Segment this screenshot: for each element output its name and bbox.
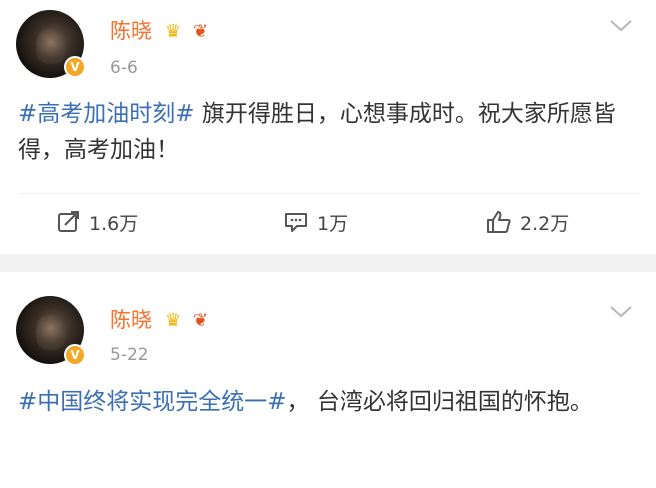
comment-count: 1万: [317, 212, 349, 235]
post-content: #高考加油时刻# 旗开得胜日，心想事成时。祝大家所愿皆得，高考加油！: [18, 96, 640, 168]
crown-icon: ♛: [165, 21, 182, 42]
worm-icon: ❦: [193, 21, 209, 42]
post-content: #中国终将实现完全统一#， 台湾必将回归祖国的怀抱。: [18, 384, 640, 420]
like-count: 2.2万: [520, 212, 570, 235]
post-date: 5-22: [110, 345, 149, 365]
repost-button[interactable]: 1.6万: [57, 208, 138, 236]
like-button[interactable]: 2.2万: [486, 208, 569, 236]
weibo-post[interactable]: V 陈晓 ♛ ❦ 6-6 #高考加油时刻# 旗开得胜日，心想事成时。祝大家所愿皆…: [0, 0, 656, 254]
divider: [18, 193, 640, 194]
author-name[interactable]: 陈晓: [110, 18, 152, 44]
post-text: ， 台湾必将回归祖国的怀抱。: [286, 389, 593, 415]
comment-icon: [285, 213, 307, 232]
like-icon: [487, 211, 511, 233]
post-date: 6-6: [110, 58, 138, 78]
worm-icon: ❦: [193, 310, 209, 331]
post-separator: [0, 254, 656, 272]
hashtag-link[interactable]: #中国终将实现完全统一#: [18, 389, 287, 415]
weibo-post[interactable]: V 陈晓 ♛ ❦ 5-22 #中国终将实现完全统一#， 台湾必将回归祖国的怀抱。: [0, 272, 656, 488]
chevron-down-icon[interactable]: [609, 19, 633, 33]
verified-badge-icon: V: [64, 344, 86, 366]
crown-icon: ♛: [165, 310, 182, 331]
author-name[interactable]: 陈晓: [110, 307, 152, 333]
chevron-down-icon[interactable]: [609, 305, 633, 319]
hashtag-link[interactable]: #高考加油时刻#: [18, 101, 195, 127]
comment-button[interactable]: 1万: [283, 208, 348, 236]
repost-icon: [58, 211, 79, 232]
verified-badge-icon: V: [64, 56, 86, 78]
repost-count: 1.6万: [89, 212, 139, 235]
